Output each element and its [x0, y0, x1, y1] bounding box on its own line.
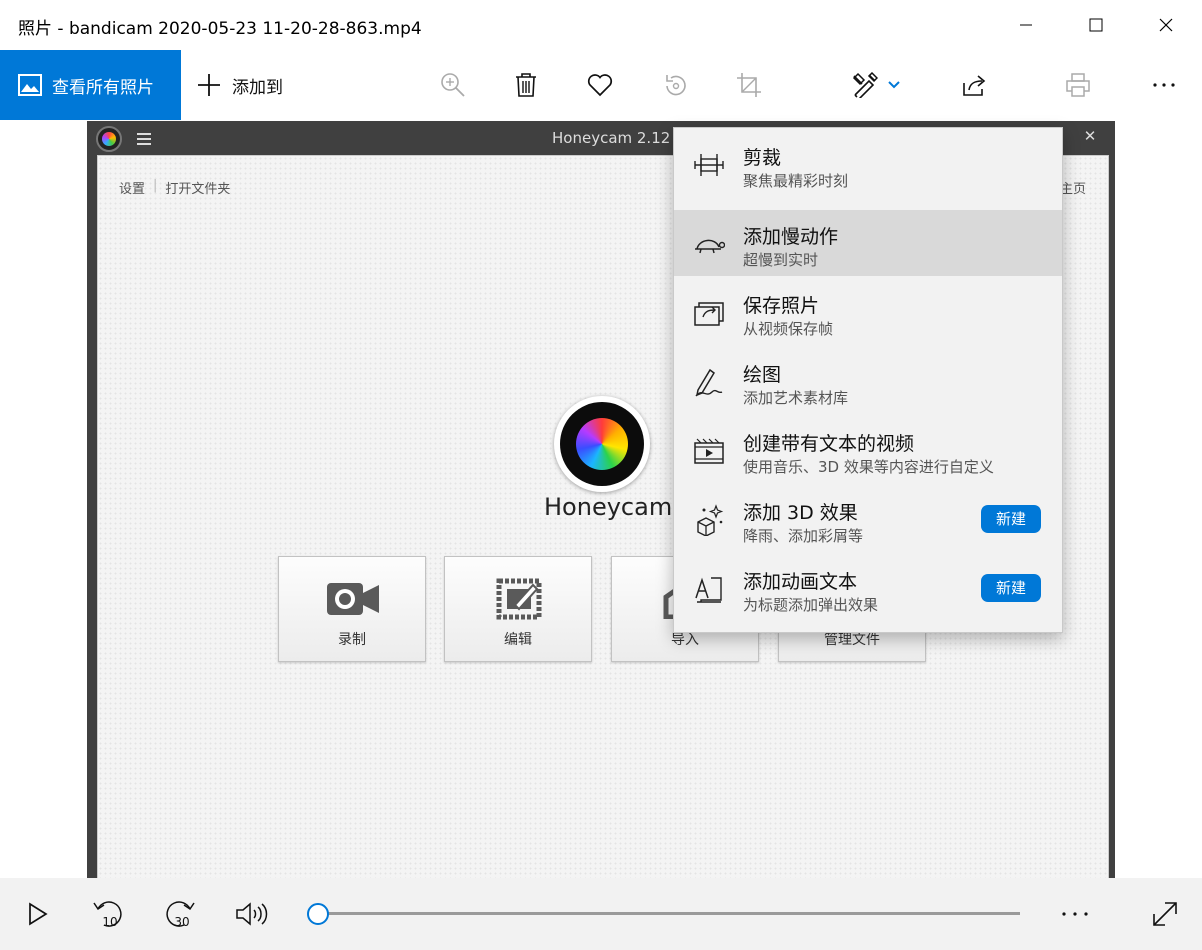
photos-icon — [18, 74, 42, 96]
menu-item-title: 添加 3D 效果 — [743, 502, 858, 524]
edit-label: 编辑 — [504, 632, 532, 648]
honeycam-edit-button: 编辑 — [444, 556, 592, 662]
share-icon — [963, 75, 986, 96]
fullscreen-icon — [1153, 902, 1177, 926]
minimize-button[interactable] — [991, 0, 1061, 50]
turtle-slow-motion-icon — [692, 228, 726, 260]
menu-item-subtitle: 添加艺术素材库 — [743, 389, 849, 407]
favorite-icon — [587, 74, 613, 97]
3d-effects-icon — [692, 504, 726, 536]
playback-bar: 10 30 — [0, 878, 1202, 950]
playback-more-button[interactable] — [1055, 896, 1095, 932]
menu-item-slow-motion[interactable]: 添加慢动作 超慢到实时 — [674, 210, 1062, 276]
view-all-photos-button[interactable]: 查看所有照片 — [0, 50, 181, 120]
print-button[interactable] — [1061, 68, 1095, 102]
save-frame-icon — [692, 297, 726, 329]
share-button[interactable] — [958, 68, 992, 102]
trim-icon — [692, 149, 726, 181]
camera-icon — [323, 577, 383, 621]
hamburger-menu-icon — [137, 133, 151, 145]
crop-icon — [737, 73, 761, 97]
edit-create-menu: 剪裁 聚焦最精彩时刻 添加慢动作 超慢到实时 保存照片 从视频保存帧 绘图 添加… — [673, 127, 1063, 633]
title-bar: 照片 - bandicam 2020-05-23 11-20-28-863.mp… — [0, 0, 1202, 50]
honeycam-close-icon: ✕ — [1083, 127, 1097, 145]
honeycam-logo-icon — [96, 126, 122, 152]
menu-item-subtitle: 聚焦最精彩时刻 — [743, 172, 849, 190]
honeycam-links: 设置 | 打开文件夹 — [119, 178, 230, 197]
menu-item-animated-text[interactable]: 添加动画文本 为标题添加弹出效果 新建 — [674, 555, 1062, 621]
maximize-icon — [1089, 18, 1103, 32]
zoom-in-icon — [441, 73, 465, 97]
more-icon — [1153, 83, 1175, 87]
zoom-in-button[interactable] — [436, 68, 470, 102]
menu-item-title: 保存照片 — [743, 295, 820, 317]
menu-item-title: 添加动画文本 — [743, 571, 858, 593]
seek-track[interactable] — [318, 912, 1020, 915]
new-badge: 新建 — [981, 505, 1041, 533]
edit-create-button[interactable] — [845, 68, 907, 102]
skip-back-button[interactable]: 10 — [88, 896, 128, 932]
record-label: 录制 — [338, 632, 366, 648]
new-badge: 新建 — [981, 574, 1041, 602]
menu-item-3d-effects[interactable]: 添加 3D 效果 降雨、添加彩屑等 新建 — [674, 486, 1062, 552]
skip-forward-button[interactable]: 30 — [160, 896, 200, 932]
edit-create-icon — [852, 72, 878, 98]
edit-frame-icon — [489, 577, 549, 621]
honeycam-app-name: Honeycam — [544, 493, 673, 521]
skip-forward-seconds: 30 — [174, 915, 189, 929]
menu-item-subtitle: 超慢到实时 — [743, 251, 819, 269]
home-link: 主页 — [1059, 182, 1086, 197]
volume-button[interactable] — [232, 896, 272, 932]
rotate-button[interactable] — [659, 68, 693, 102]
pen-draw-icon — [692, 366, 726, 398]
menu-item-title: 添加慢动作 — [743, 226, 839, 248]
favorite-button[interactable] — [583, 68, 617, 102]
add-to-button[interactable]: 添加到 — [198, 50, 283, 120]
window-title: 照片 - bandicam 2020-05-23 11-20-28-863.mp… — [18, 19, 422, 39]
more-icon — [1062, 912, 1088, 916]
honeycam-window-title: Honeycam 2.12 — [552, 129, 671, 147]
menu-item-title: 剪裁 — [743, 147, 782, 169]
skip-back-seconds: 10 — [102, 915, 117, 929]
menu-item-video-with-text[interactable]: 创建带有文本的视频 使用音乐、3D 效果等内容进行自定义 — [674, 417, 1062, 483]
video-with-text-icon — [692, 435, 726, 467]
fullscreen-button[interactable] — [1145, 896, 1185, 932]
menu-item-title: 创建带有文本的视频 — [743, 433, 915, 455]
menu-item-subtitle: 从视频保存帧 — [743, 320, 834, 338]
more-options-button[interactable] — [1147, 68, 1181, 102]
chevron-down-icon — [888, 81, 900, 89]
close-icon — [1159, 18, 1173, 32]
play-button[interactable] — [18, 896, 58, 932]
seek-thumb[interactable] — [307, 903, 329, 925]
close-button[interactable] — [1131, 0, 1201, 50]
menu-item-trim[interactable]: 剪裁 聚焦最精彩时刻 — [674, 131, 1062, 197]
add-to-label: 添加到 — [232, 77, 283, 98]
skip-forward-30-icon: 30 — [166, 901, 195, 929]
link-separator: | — [153, 178, 158, 193]
volume-icon — [236, 902, 268, 926]
view-all-label: 查看所有照片 — [52, 77, 154, 98]
menu-item-subtitle: 降雨、添加彩屑等 — [743, 527, 864, 545]
honeycam-app-logo — [554, 396, 650, 492]
menu-item-save-photo[interactable]: 保存照片 从视频保存帧 — [674, 279, 1062, 345]
honeycam-record-button: 录制 — [278, 556, 426, 662]
print-icon — [1066, 73, 1090, 97]
rotate-icon — [666, 75, 686, 96]
menu-item-draw[interactable]: 绘图 添加艺术素材库 — [674, 348, 1062, 414]
settings-link: 设置 — [119, 182, 146, 197]
play-icon — [29, 902, 48, 926]
minimize-icon — [1020, 24, 1032, 26]
menu-item-subtitle: 为标题添加弹出效果 — [743, 596, 879, 614]
toolbar: 查看所有照片 添加到 — [0, 50, 1202, 120]
menu-item-title: 绘图 — [743, 364, 782, 386]
skip-back-10-icon: 10 — [93, 901, 122, 929]
open-folder-link: 打开文件夹 — [165, 182, 231, 197]
delete-icon — [516, 73, 536, 97]
crop-button[interactable] — [732, 68, 766, 102]
menu-item-subtitle: 使用音乐、3D 效果等内容进行自定义 — [743, 458, 994, 476]
maximize-button[interactable] — [1061, 0, 1131, 50]
plus-icon — [198, 74, 220, 96]
delete-button[interactable] — [509, 68, 543, 102]
animated-text-icon — [692, 573, 726, 605]
